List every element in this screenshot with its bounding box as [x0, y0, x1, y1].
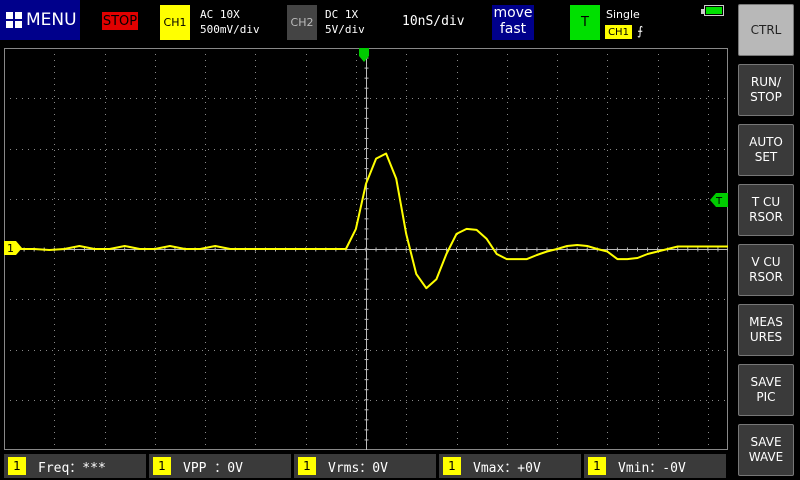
run-state-badge[interactable]: STOP: [102, 12, 138, 30]
measure-channel-tag: 1: [298, 457, 316, 475]
measure-channel-tag: 1: [588, 457, 606, 475]
measure-value: Vrms：0V: [328, 460, 388, 476]
measure-value: VPP ：0V: [183, 460, 243, 476]
measure-cell[interactable]: 1 Vrms：0V: [294, 454, 436, 478]
side-button-ctrl[interactable]: CTRL: [738, 4, 794, 56]
side-button-runstop[interactable]: RUN/ STOP: [738, 64, 794, 116]
move-speed-label: fast: [499, 21, 527, 37]
ch1-info[interactable]: AC 10X 500mV/div: [200, 7, 260, 37]
side-button-measures[interactable]: MEAS URES: [738, 304, 794, 356]
side-button-savepic[interactable]: SAVE PIC: [738, 364, 794, 416]
ch2-badge[interactable]: CH2: [287, 5, 317, 40]
trigger-mode[interactable]: Single: [606, 8, 640, 21]
menu-label: MENU: [26, 10, 77, 30]
trigger-level-label: T: [715, 196, 723, 207]
move-label: move: [493, 5, 533, 21]
scope-screen[interactable]: 1 T: [4, 48, 728, 450]
measure-cell[interactable]: 1 Vmax：+0V: [439, 454, 581, 478]
menu-button[interactable]: MENU: [0, 0, 80, 40]
ch1-scale: 500mV/div: [200, 23, 260, 36]
measure-channel-tag: 1: [443, 457, 461, 475]
trigger-position-marker[interactable]: [359, 48, 369, 62]
battery-icon: [701, 5, 724, 16]
measure-channel-tag: 1: [8, 457, 26, 475]
trigger-badge[interactable]: T: [570, 5, 600, 40]
ch2-coupling: DC 1X: [325, 8, 359, 21]
ch1-badge[interactable]: CH1: [160, 5, 190, 40]
side-button-vcursor[interactable]: V CU RSOR: [738, 244, 794, 296]
measure-cell[interactable]: 1 Freq：***: [4, 454, 146, 478]
measure-value: Vmin：-0V: [618, 460, 686, 476]
ch2-info[interactable]: DC 1X 5V/div: [325, 7, 365, 37]
timebase-readout[interactable]: 10nS/div: [402, 14, 465, 29]
trigger-source-badge[interactable]: CH1: [605, 25, 632, 39]
ch2-scale: 5V/div: [325, 23, 365, 36]
measure-value: Vmax：+0V: [473, 460, 541, 476]
measure-value: Freq：***: [38, 460, 106, 476]
measure-cell[interactable]: 1 Vmin：-0V: [584, 454, 726, 478]
ch1-offset-label: 1: [7, 242, 14, 255]
measure-channel-tag: 1: [153, 457, 171, 475]
trigger-edge-icon: ⨍: [637, 24, 644, 38]
waveform-display: 1 T: [4, 48, 728, 450]
ch1-offset-marker[interactable]: 1: [4, 241, 22, 255]
menu-grid-icon: [6, 12, 22, 28]
side-button-autoset[interactable]: AUTO SET: [738, 124, 794, 176]
side-button-savewave[interactable]: SAVE WAVE: [738, 424, 794, 476]
measure-cell[interactable]: 1 VPP ：0V: [149, 454, 291, 478]
move-speed-button[interactable]: move fast: [492, 5, 534, 40]
trigger-level-marker[interactable]: T: [710, 193, 728, 207]
side-button-tcursor[interactable]: T CU RSOR: [738, 184, 794, 236]
ch1-coupling: AC 10X: [200, 8, 240, 21]
